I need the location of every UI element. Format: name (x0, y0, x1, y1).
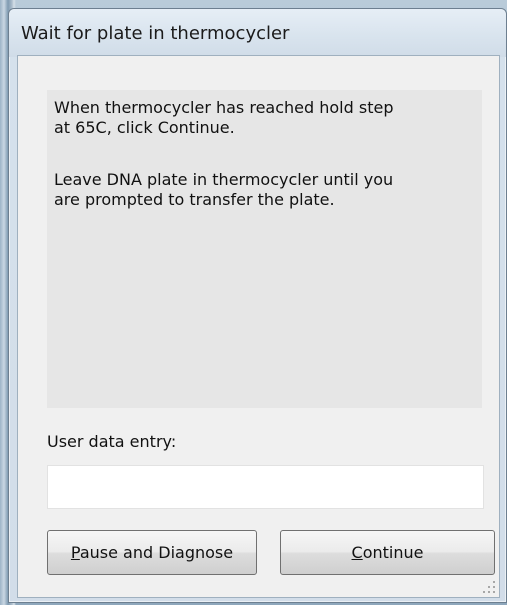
continue-button[interactable]: Continue (280, 530, 495, 575)
message-line: at 65C, click Continue. (54, 118, 235, 137)
dialog-window: Wait for plate in thermocycler When ther… (8, 8, 507, 603)
message-line: When thermocycler has reached hold step (54, 98, 394, 117)
continue-button-mnemonic: C (351, 543, 363, 562)
resize-grip-icon[interactable] (483, 581, 497, 595)
continue-button-label: ontinue (362, 543, 424, 562)
pause-button-label: ause and Diagnose (79, 543, 234, 562)
message-line: are prompted to transfer the plate. (54, 190, 335, 209)
message-line: Leave DNA plate in thermocycler until yo… (54, 170, 394, 189)
window-title: Wait for plate in thermocycler (21, 23, 290, 44)
pause-and-diagnose-button[interactable]: Pause and Diagnose (47, 530, 257, 575)
user-data-input[interactable] (47, 465, 484, 509)
pause-button-mnemonic: P (70, 543, 80, 562)
title-bar[interactable]: Wait for plate in thermocycler (9, 9, 506, 57)
message-panel: When thermocycler has reached hold step … (47, 90, 482, 408)
dialog-client-area: When thermocycler has reached hold step … (17, 55, 500, 598)
user-data-label: User data entry: (47, 432, 177, 451)
